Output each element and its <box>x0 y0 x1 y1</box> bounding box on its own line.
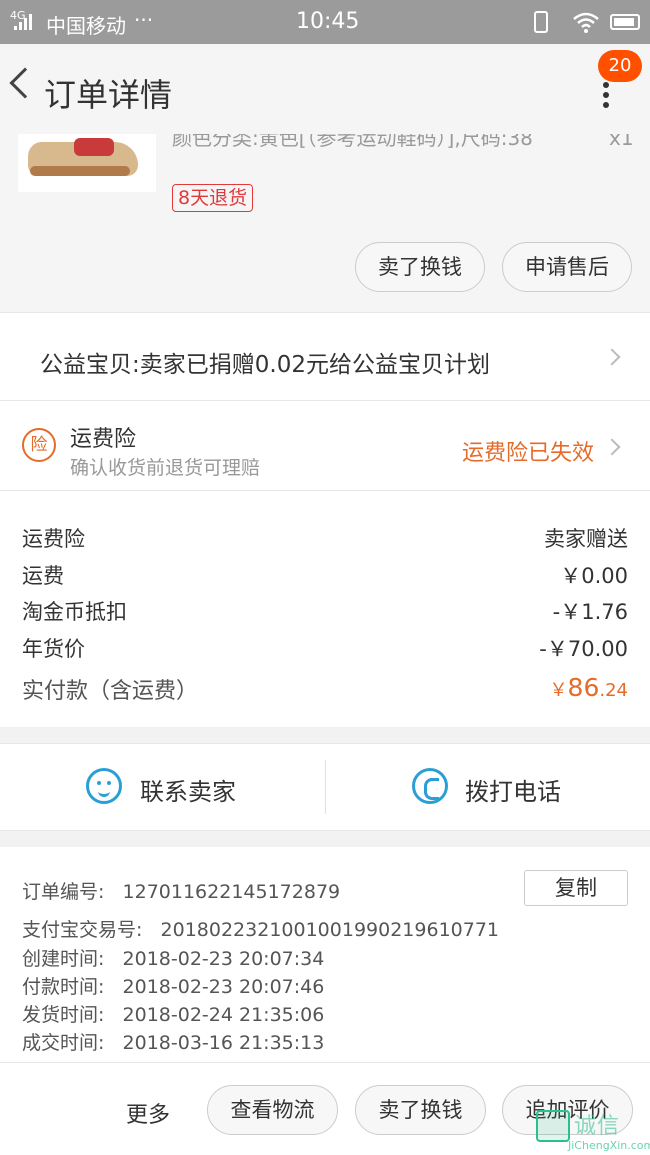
return-policy-tag: 8天退货 <box>172 184 254 212</box>
shipped-time-row: 发货时间: 2018-02-24 21:35:06 <box>22 1000 324 1027</box>
total-paid-label: 实付款（含运费） <box>22 679 199 704</box>
alipay-trade-number: 2018022321001001990219610771 <box>160 919 500 941</box>
charity-row[interactable]: 公益宝贝:卖家已捐赠0.02元给公益宝贝计划 <box>0 312 650 401</box>
more-button[interactable]: 更多 <box>126 1097 170 1129</box>
shoe-image <box>28 138 138 176</box>
created-time: 2018-02-23 20:07:34 <box>122 948 325 970</box>
phone-icon[interactable] <box>412 768 448 804</box>
contact-seller-button[interactable]: 联系卖家 <box>140 772 236 807</box>
completed-time-row: 成交时间: 2018-03-16 21:35:13 <box>22 1028 324 1055</box>
back-icon[interactable] <box>9 67 41 99</box>
completed-time: 2018-03-16 21:35:13 <box>122 1032 325 1054</box>
order-number-row: 订单编号: 127011622145172879 <box>22 877 340 904</box>
chevron-right-icon <box>603 438 621 456</box>
cost-value: -￥1.76 <box>552 600 628 624</box>
status-bar: 4G 中国移动 ··· 10:45 <box>0 0 650 44</box>
nav-bar: 订单详情 20 <box>0 44 650 134</box>
info-label: 创建时间: <box>22 948 105 970</box>
signal-icon <box>14 14 32 30</box>
cost-label: 淘金币抵扣 <box>22 600 127 624</box>
info-label: 订单编号: <box>22 881 105 903</box>
call-phone-button[interactable]: 拨打电话 <box>465 772 561 807</box>
info-label: 支付宝交易号: <box>22 919 143 941</box>
insurance-title: 运费险 <box>70 427 137 452</box>
cost-value: 卖家赠送 <box>544 527 628 551</box>
after-sales-button[interactable]: 申请售后 <box>502 242 632 292</box>
watermark-logo-icon <box>536 1110 570 1142</box>
insurance-status: 运费险已失效 <box>462 441 595 466</box>
insurance-icon: 险 <box>22 428 56 462</box>
shipping-insurance-row[interactable]: 险 运费险 确认收货前退货可理赔 运费险已失效 <box>0 401 650 491</box>
contact-bar: 联系卖家 拨打电话 <box>0 743 650 831</box>
product-quantity: x1 <box>609 134 634 150</box>
chat-icon[interactable] <box>86 768 122 804</box>
copy-button[interactable]: 复制 <box>524 870 628 906</box>
cost-value: ￥0.00 <box>560 564 628 588</box>
cost-breakdown: 运费险 卖家赠送 运费 ￥0.00 淘金币抵扣 -￥1.76 年货价 -￥70.… <box>0 491 650 727</box>
insurance-subtitle: 确认收货前退货可理赔 <box>70 457 261 479</box>
order-number: 127011622145172879 <box>122 881 341 903</box>
sell-for-cash-button[interactable]: 卖了换钱 <box>355 1085 486 1135</box>
order-info: 订单编号: 127011622145172879 复制 支付宝交易号: 2018… <box>0 847 650 1063</box>
chevron-right-icon <box>603 348 621 366</box>
battery-icon <box>610 14 640 30</box>
cost-label: 运费 <box>22 564 64 588</box>
more-menu-icon[interactable] <box>596 82 616 112</box>
watermark: 诚信 JiChengXin.com <box>530 1106 650 1155</box>
info-label: 成交时间: <box>22 1032 105 1054</box>
view-logistics-button[interactable]: 查看物流 <box>207 1085 338 1135</box>
cost-value: -￥70.00 <box>539 637 628 661</box>
product-thumbnail[interactable] <box>18 134 156 192</box>
info-label: 付款时间: <box>22 976 105 998</box>
cost-label: 运费险 <box>22 527 85 551</box>
divider <box>325 760 326 814</box>
shipped-time: 2018-02-24 21:35:06 <box>122 1004 325 1026</box>
product-card[interactable]: 颜色分类:黄色[（参考运动鞋码）],尺码:38 x1 8天退货 卖了换钱 申请售… <box>0 134 650 312</box>
carrier-name: 中国移动 <box>46 14 126 38</box>
page-title: 订单详情 <box>44 76 173 114</box>
paid-time-row: 付款时间: 2018-02-23 20:07:46 <box>22 972 324 999</box>
notification-badge: 20 <box>598 50 642 82</box>
alipay-trade-row: 支付宝交易号: 2018022321001001990219610771 <box>22 915 499 942</box>
watermark-url: JiChengXin.com <box>568 1139 650 1152</box>
total-paid-amount: ￥86.24 <box>549 673 628 702</box>
vibrate-icon <box>534 11 548 33</box>
charity-text: 公益宝贝:卖家已捐赠0.02元给公益宝贝计划 <box>40 352 490 378</box>
paid-time: 2018-02-23 20:07:46 <box>122 976 325 998</box>
cost-label: 年货价 <box>22 637 85 661</box>
clock: 10:45 <box>296 9 360 34</box>
status-more-icon: ··· <box>134 8 154 32</box>
sell-for-cash-button[interactable]: 卖了换钱 <box>355 242 485 292</box>
info-label: 发货时间: <box>22 1004 105 1026</box>
product-sku: 颜色分类:黄色[（参考运动鞋码）],尺码:38 <box>172 134 533 150</box>
wifi-icon <box>573 12 599 33</box>
watermark-text: 诚信 <box>574 1114 621 1139</box>
created-time-row: 创建时间: 2018-02-23 20:07:34 <box>22 944 324 971</box>
